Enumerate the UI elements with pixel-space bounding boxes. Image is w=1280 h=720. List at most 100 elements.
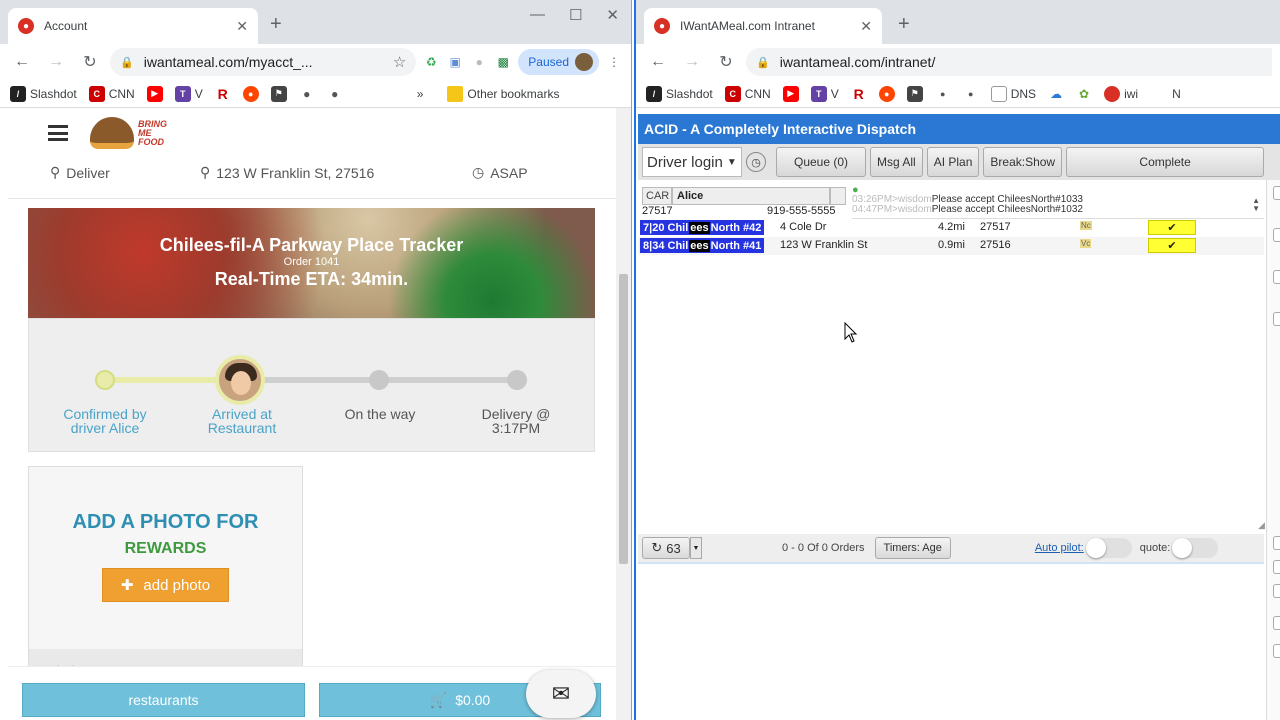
- scrollbar-thumb[interactable]: [619, 274, 628, 564]
- menu-kebab-icon[interactable]: ⋮: [605, 54, 623, 70]
- side-tab[interactable]: [1273, 560, 1280, 574]
- add-photo-button[interactable]: ✚ add photo: [101, 568, 230, 602]
- minimize-icon[interactable]: —: [530, 6, 545, 24]
- accept-check-icon[interactable]: ✔: [1148, 238, 1196, 253]
- profile-paused-button[interactable]: Paused: [518, 49, 599, 75]
- back-button[interactable]: ←: [8, 48, 36, 76]
- maximize-icon[interactable]: ☐: [569, 6, 582, 24]
- delivery-time[interactable]: ◷ ASAP: [472, 164, 528, 181]
- intranet-page: ACID - A Completely Interactive Dispatch…: [636, 114, 1280, 720]
- bookmark-nbc[interactable]: ✿: [1076, 85, 1093, 102]
- bookmark-star-icon[interactable]: ☆: [393, 53, 406, 71]
- url-text: iwantameal.com/intranet/: [779, 54, 936, 70]
- side-tab[interactable]: [1273, 312, 1280, 326]
- bookmarks-bar: / Slashdot C CNN ▶ TV R ● ⚑ ● ● DNS ☁ ✿ iw…: [636, 80, 1280, 108]
- slashdot-icon: /: [646, 85, 662, 102]
- twitch-icon: T: [810, 85, 827, 102]
- close-window-icon[interactable]: ✕: [606, 6, 619, 24]
- order-address: 4 Cole Dr: [780, 221, 827, 233]
- back-button[interactable]: ←: [644, 48, 672, 76]
- tab-account[interactable]: ● Account ✕: [8, 8, 258, 44]
- window-extension-icon[interactable]: ▣: [446, 54, 464, 70]
- page-scrollbar[interactable]: [616, 108, 631, 720]
- deliver-mode[interactable]: ⚲ Deliver: [50, 164, 110, 181]
- clock-icon: ◷: [472, 164, 485, 180]
- bookmark-r[interactable]: R: [850, 85, 867, 102]
- more-bookmarks-chevron-icon[interactable]: »: [417, 87, 424, 101]
- order-tag[interactable]: 7|20 Chil ees North #42: [640, 220, 765, 235]
- green-extension-icon[interactable]: ▩: [494, 54, 512, 70]
- order-tag[interactable]: 8|34 Chil ees North #41: [640, 238, 765, 253]
- side-tab[interactable]: [1273, 186, 1280, 200]
- timers-button[interactable]: Timers: Age: [874, 537, 951, 559]
- bookmark-slashdot[interactable]: / Slashdot: [646, 85, 713, 102]
- driver-column-handle[interactable]: [830, 187, 846, 205]
- order-row[interactable]: 8|34 Chil ees North #41 123 W Franklin St …: [638, 237, 1264, 255]
- address-bar[interactable]: 🔒 iwantameal.com/intranet/: [746, 48, 1272, 76]
- clock-button[interactable]: ◷: [746, 152, 766, 172]
- bookmark-reddit[interactable]: ●: [878, 85, 895, 102]
- side-tab[interactable]: [1273, 536, 1280, 550]
- break-show-button[interactable]: Break:Show: [983, 147, 1063, 177]
- close-tab-icon[interactable]: ✕: [860, 18, 872, 35]
- bookmark-apple-1[interactable]: ●: [934, 85, 951, 102]
- bookmark-reddit[interactable]: ●: [242, 85, 259, 102]
- queue-button[interactable]: Queue (0): [776, 147, 866, 177]
- side-tab[interactable]: [1273, 228, 1280, 242]
- bookmark-flag[interactable]: ⚑: [906, 85, 923, 102]
- new-tab-button[interactable]: +: [270, 14, 282, 34]
- bookmark-apple-1[interactable]: ●: [298, 85, 315, 102]
- reload-button[interactable]: ↻: [76, 48, 104, 76]
- auto-pilot-toggle[interactable]: [1085, 538, 1132, 558]
- recycle-extension-icon[interactable]: ♻: [422, 54, 440, 70]
- address-bar[interactable]: 🔒 iwantameal.com/myacct_... ☆: [110, 48, 417, 76]
- bookmark-dns[interactable]: DNS: [990, 85, 1036, 102]
- order-row[interactable]: 7|20 Chil ees North #42 4 Cole Dr 4.2mi 27…: [638, 219, 1264, 237]
- side-tab[interactable]: [1273, 584, 1280, 598]
- restaurants-button[interactable]: restaurants: [22, 683, 305, 717]
- auto-pilot-link[interactable]: Auto pilot:: [1035, 542, 1084, 554]
- info-extension-icon[interactable]: ●: [470, 54, 488, 70]
- resize-grip-icon[interactable]: ◢: [1258, 520, 1265, 531]
- side-tab[interactable]: [1273, 270, 1280, 284]
- side-tab[interactable]: [1273, 616, 1280, 630]
- bookmark-r[interactable]: R: [214, 85, 231, 102]
- bookmark-apple-2[interactable]: ●: [962, 85, 979, 102]
- bookmark-twitch[interactable]: TV: [174, 85, 203, 102]
- add-photo-heading: ADD A PHOTO FOR: [72, 511, 259, 533]
- site-logo[interactable]: BRING ME FOOD: [90, 117, 168, 149]
- bookmark-iwi[interactable]: iwi: [1104, 85, 1138, 102]
- bookmark-youtube[interactable]: ▶: [146, 85, 163, 102]
- order-num: 8|34: [643, 239, 665, 252]
- refresh-button[interactable]: ↻ 63: [642, 537, 690, 559]
- accept-check-icon[interactable]: ✔: [1148, 220, 1196, 235]
- close-tab-icon[interactable]: ✕: [236, 18, 248, 35]
- quote-toggle[interactable]: [1172, 538, 1219, 558]
- driver-name[interactable]: Alice: [672, 187, 830, 205]
- other-bookmarks[interactable]: Other bookmarks: [447, 85, 559, 102]
- driver-login-select[interactable]: Driver login ▼: [642, 147, 742, 177]
- bookmark-cnn[interactable]: C CNN: [724, 85, 771, 102]
- delivery-address[interactable]: ⚲ 123 W Franklin St, 27516: [200, 164, 374, 181]
- bookmark-cnn[interactable]: C CNN: [88, 85, 135, 102]
- tab-intranet[interactable]: ● IWantAMeal.com Intranet ✕: [644, 8, 882, 44]
- bookmark-slashdot[interactable]: / Slashdot: [10, 85, 77, 102]
- mail-envelope-icon[interactable]: ✉: [526, 670, 596, 718]
- forward-button[interactable]: →: [42, 48, 70, 76]
- side-tab[interactable]: [1273, 644, 1280, 658]
- forward-button[interactable]: →: [678, 48, 706, 76]
- reload-button[interactable]: ↻: [712, 48, 740, 76]
- new-tab-button[interactable]: +: [898, 14, 910, 34]
- hamburger-menu-icon[interactable]: [48, 125, 68, 141]
- ai-plan-button[interactable]: AI Plan: [926, 147, 980, 177]
- bookmark-twitch[interactable]: TV: [810, 85, 839, 102]
- msg-all-button[interactable]: Msg All: [870, 147, 923, 177]
- refresh-options-chevron-icon[interactable]: ▼: [690, 537, 702, 559]
- bookmark-youtube[interactable]: ▶: [782, 85, 799, 102]
- dispatch-grid: CAR Alice ● 03:26PM>wisdomPlease accept …: [638, 184, 1264, 255]
- bookmark-flag[interactable]: ⚑: [270, 85, 287, 102]
- bookmark-apple-2[interactable]: ●: [326, 85, 343, 102]
- complete-button[interactable]: Complete: [1066, 147, 1265, 177]
- bookmark-cloud[interactable]: ☁: [1048, 85, 1065, 102]
- bookmark-n[interactable]: N: [1172, 87, 1181, 101]
